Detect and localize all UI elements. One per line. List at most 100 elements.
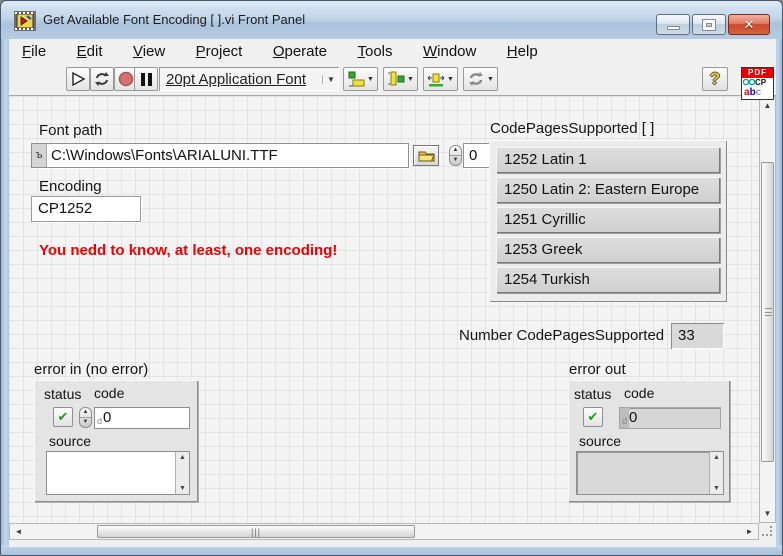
menu-help[interactable]: Help — [494, 39, 551, 65]
align-objects-button[interactable]: ▼ — [343, 67, 378, 91]
thumb-grip — [765, 308, 772, 316]
run-continuous-icon — [93, 70, 111, 88]
codepages-label: CodePagesSupported [ ] — [490, 120, 654, 137]
window-title: Get Available Font Encoding [ ].vi Front… — [43, 1, 305, 39]
error-in-cluster: status code ✔ ▲ ▼ d 0 source — [34, 380, 198, 502]
close-button[interactable]: ✕ — [728, 14, 770, 35]
minimize-button[interactable] — [656, 14, 690, 35]
menu-window[interactable]: Window — [410, 39, 489, 65]
run-button[interactable] — [66, 67, 90, 91]
increment-icon[interactable]: ▲ — [80, 408, 91, 418]
source-scrollbar[interactable]: ▲ ▼ — [709, 452, 723, 494]
array-index-stepper[interactable]: ▲ ▼ — [449, 145, 462, 166]
menu-file[interactable]: File — [9, 39, 59, 65]
distribute-objects-icon — [387, 71, 405, 87]
array-index-value[interactable]: 0 — [463, 143, 490, 168]
window-border-left — [1, 39, 9, 555]
increment-icon[interactable]: ▲ — [450, 146, 461, 156]
panel-bottom-strip — [9, 540, 776, 547]
client-area: File Edit View Project Operate Tools Win… — [9, 39, 776, 547]
decrement-icon[interactable]: ▼ — [80, 418, 91, 427]
close-icon: ✕ — [744, 17, 755, 33]
encoding-label: Encoding — [39, 178, 102, 195]
resize-objects-icon — [427, 71, 445, 87]
scroll-up-icon[interactable]: ▲ — [760, 98, 775, 113]
font-path-control[interactable]: ъ C:\Windows\Fonts\ARIALUNI.TTF — [31, 143, 409, 168]
code-indicator: d 0 — [619, 407, 721, 429]
code-stepper[interactable]: ▲ ▼ — [79, 407, 92, 428]
status-checkbox[interactable]: ✔ — [53, 407, 73, 427]
browse-button[interactable] — [413, 145, 439, 166]
check-icon: ✔ — [588, 409, 599, 424]
codepage-item[interactable]: 1253 Greek — [496, 237, 720, 263]
chevron-down-icon: ▼ — [487, 76, 494, 83]
vertical-scrollbar[interactable]: ▲ ▼ — [759, 96, 776, 523]
font-selector-value: 20pt Application Font — [159, 71, 322, 88]
menu-operate[interactable]: Operate — [260, 39, 340, 65]
error-in-label: error in (no error) — [34, 361, 148, 378]
menu-tools[interactable]: Tools — [344, 39, 405, 65]
vi-front-panel-window: Get Available Font Encoding [ ].vi Front… — [0, 0, 783, 556]
horizontal-scrollbar-thumb[interactable]: ||| — [97, 525, 415, 538]
code-value: 0 — [103, 408, 111, 428]
path-type-icon: ъ — [32, 144, 47, 167]
thumb-grip: ||| — [251, 527, 261, 537]
code-label: code — [94, 385, 124, 401]
scroll-left-icon[interactable]: ◄ — [11, 524, 26, 539]
scroll-down-icon[interactable]: ▼ — [176, 485, 189, 492]
check-icon: ✔ — [58, 409, 69, 424]
vertical-scrollbar-thumb[interactable] — [761, 162, 774, 462]
font-path-label: Font path — [39, 122, 102, 139]
panel-grid: Font path ъ C:\Windows\Fonts\ARIALUNI.TT… — [9, 96, 759, 523]
source-scrollbar[interactable]: ▲ ▼ — [175, 452, 189, 494]
source-field[interactable]: ▲ ▼ — [46, 451, 190, 495]
align-objects-icon — [347, 71, 365, 87]
reorder-objects-button[interactable]: ▼ — [463, 67, 498, 91]
menu-view[interactable]: View — [120, 39, 178, 65]
reorder-objects-icon — [467, 71, 485, 87]
distribute-objects-button[interactable]: ▼ — [383, 67, 418, 91]
vi-thumbnail-icon[interactable]: PDF CP abc — [741, 67, 774, 100]
code-value: 0 — [629, 408, 637, 428]
resize-objects-button[interactable]: ▼ — [423, 67, 458, 91]
vi-icon-pdf-label: PDF — [742, 68, 773, 78]
source-label: source — [49, 433, 91, 449]
horizontal-scrollbar[interactable]: ◄ ||| ► — [9, 523, 759, 540]
scroll-down-icon[interactable]: ▼ — [710, 485, 723, 492]
abort-icon — [117, 70, 135, 88]
scroll-up-icon[interactable]: ▲ — [176, 454, 189, 461]
labview-vi-icon — [14, 11, 36, 31]
codepage-item[interactable]: 1251 Cyrillic — [496, 207, 720, 233]
radix-label: d — [620, 408, 629, 428]
scroll-up-icon[interactable]: ▲ — [710, 454, 723, 461]
menu-project[interactable]: Project — [183, 39, 256, 65]
codepage-item[interactable]: 1250 Latin 2: Eastern Europe — [496, 177, 720, 203]
toolbar: 20pt Application Font ▼ ▼ ▼ — [9, 65, 776, 96]
status-label: status — [44, 386, 81, 402]
run-continuous-button[interactable] — [90, 67, 114, 91]
context-help-button[interactable]: ? — [702, 67, 728, 91]
pause-button[interactable] — [134, 67, 158, 91]
decrement-icon[interactable]: ▼ — [450, 156, 461, 165]
pause-icon — [141, 73, 152, 86]
encoding-field[interactable]: CP1252 — [31, 196, 141, 222]
scroll-down-icon[interactable]: ▼ — [760, 506, 775, 521]
codepage-item[interactable]: 1252 Latin 1 — [496, 147, 720, 173]
chevron-down-icon: ▼ — [367, 76, 374, 83]
resize-grip[interactable] — [759, 523, 776, 540]
scroll-right-icon[interactable]: ► — [742, 524, 757, 539]
code-field[interactable]: d 0 — [94, 407, 190, 429]
status-label: status — [574, 386, 611, 402]
folder-icon — [418, 149, 435, 162]
maximize-button[interactable] — [692, 14, 726, 35]
font-path-value[interactable]: C:\Windows\Fonts\ARIALUNI.TTF — [47, 144, 408, 167]
front-panel: Font path ъ C:\Windows\Fonts\ARIALUNI.TT… — [9, 96, 776, 547]
warning-text: You nedd to know, at least, one encoding… — [39, 242, 337, 259]
code-label: code — [624, 385, 654, 401]
vi-icon-cp-label: CP — [755, 78, 766, 87]
source-indicator: ▲ ▼ — [576, 451, 724, 495]
error-out-cluster: status code ✔ d 0 source ▲ ▼ — [568, 380, 730, 502]
menu-edit[interactable]: Edit — [64, 39, 116, 65]
font-selector[interactable]: 20pt Application Font ▼ — [159, 67, 339, 91]
codepage-item[interactable]: 1254 Turkish — [496, 267, 720, 293]
